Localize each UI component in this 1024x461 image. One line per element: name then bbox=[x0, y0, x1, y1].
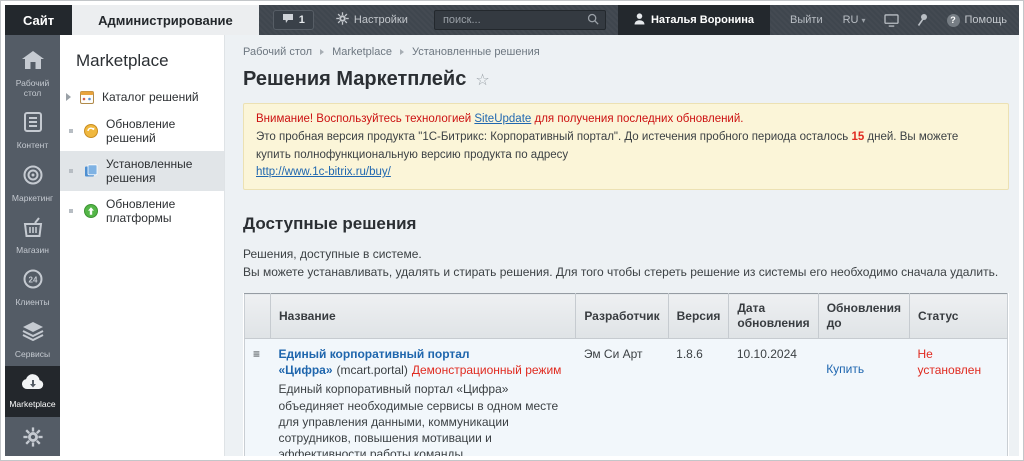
platform-update-icon bbox=[83, 203, 99, 219]
pin-icon[interactable] bbox=[917, 5, 929, 35]
tab-site[interactable]: Сайт bbox=[5, 5, 72, 35]
row-menu-icon[interactable]: ≡ bbox=[253, 347, 260, 361]
update-solutions-icon bbox=[83, 123, 99, 139]
current-user-menu[interactable]: Наталья Воронина bbox=[618, 5, 770, 35]
top-bar: Сайт Администрирование 1 Настройки bbox=[5, 5, 1019, 35]
demo-mode-note: Демонстрационный режим bbox=[412, 363, 562, 377]
siteupdate-link[interactable]: SiteUpdate bbox=[474, 113, 531, 125]
help-button[interactable]: ? Помощь bbox=[947, 5, 1008, 35]
col-header-version: Версия bbox=[668, 294, 729, 339]
bullet-icon bbox=[69, 209, 73, 213]
favorite-star-icon[interactable]: ☆ bbox=[475, 70, 489, 90]
sidebar-item-update-solutions[interactable]: Обновление решений bbox=[60, 111, 224, 151]
rail-item-marketing[interactable]: Маркетинг bbox=[5, 158, 60, 210]
expand-arrow-icon bbox=[66, 93, 71, 101]
breadcrumb-separator-icon bbox=[320, 49, 324, 55]
breadcrumb-marketplace[interactable]: Marketplace bbox=[332, 46, 392, 58]
bullet-icon bbox=[69, 129, 73, 133]
trial-days-left: 15 bbox=[851, 131, 864, 143]
rail-item-clients[interactable]: 24 Клиенты bbox=[5, 262, 60, 314]
developer-name: Эм Си Арт bbox=[584, 347, 643, 361]
cloud-download-icon bbox=[21, 373, 45, 396]
status-badge: Не установлен bbox=[918, 347, 982, 377]
question-icon: ? bbox=[947, 14, 960, 27]
language-selector[interactable]: RU▾ bbox=[843, 5, 866, 35]
intro-text: Решения, доступные в системе. Вы можете … bbox=[243, 246, 1011, 281]
document-icon bbox=[24, 112, 42, 137]
bullet-icon bbox=[69, 169, 73, 173]
gear-icon bbox=[23, 427, 43, 452]
search-box bbox=[434, 10, 606, 30]
sidebar-item-catalog[interactable]: Каталог решений bbox=[60, 83, 224, 111]
catalog-icon bbox=[79, 89, 95, 105]
search-icon[interactable] bbox=[587, 13, 599, 28]
trial-warning-box: Внимание! Воспользуйтесь технологией Sit… bbox=[243, 103, 1009, 190]
chevron-down-icon: ▾ bbox=[861, 16, 865, 25]
rail-item-services[interactable]: Сервисы bbox=[5, 314, 60, 366]
layers-icon bbox=[22, 321, 44, 346]
left-rail: Рабочий стол Контент Маркетинг Магазин 2… bbox=[5, 35, 60, 456]
section-title: Доступные решения bbox=[243, 214, 1011, 234]
sidebar-item-installed-solutions[interactable]: Установленные решения bbox=[60, 151, 224, 191]
rail-settings-gear[interactable] bbox=[5, 417, 60, 457]
rail-item-shop[interactable]: Магазин bbox=[5, 210, 60, 262]
tab-administration[interactable]: Администрирование bbox=[72, 5, 259, 35]
breadcrumb: Рабочий стол Marketplace Установленные р… bbox=[243, 46, 1011, 58]
search-input[interactable] bbox=[441, 13, 587, 27]
breadcrumb-installed-solutions[interactable]: Установленные решения bbox=[412, 46, 540, 58]
table-row: ≡ Единый корпоративный портал «Цифра»(mc… bbox=[245, 339, 1008, 456]
clients-24-icon: 24 bbox=[23, 269, 43, 294]
installed-solutions-icon bbox=[83, 163, 99, 179]
page-title: Решения Маркетплейс bbox=[243, 68, 466, 91]
logout-button[interactable]: Выйти bbox=[790, 5, 823, 35]
rail-item-content[interactable]: Контент bbox=[5, 105, 60, 157]
main-content: Рабочий стол Marketplace Установленные р… bbox=[225, 35, 1019, 456]
rail-item-marketplace[interactable]: Marketplace bbox=[5, 366, 60, 416]
screenshot-frame: Сайт Администрирование 1 Настройки bbox=[0, 0, 1024, 461]
body: Рабочий стол Контент Маркетинг Магазин 2… bbox=[5, 35, 1019, 456]
col-header-developer: Разработчик bbox=[576, 294, 668, 339]
target-icon bbox=[23, 165, 43, 190]
sidebar-title: Marketplace bbox=[60, 45, 224, 83]
user-icon bbox=[634, 13, 645, 28]
user-name: Наталья Воронина bbox=[651, 14, 754, 26]
col-header-update-date: Дата обновления bbox=[729, 294, 818, 339]
col-header-name: Название bbox=[271, 294, 576, 339]
table-header-row: Название Разработчик Версия Дата обновле… bbox=[245, 294, 1008, 339]
buy-link[interactable]: Купить bbox=[826, 361, 864, 377]
basket-icon bbox=[22, 217, 44, 242]
buy-url-link[interactable]: http://www.1c-bitrix.ru/buy/ bbox=[256, 166, 391, 178]
bitrix-admin-app: Сайт Администрирование 1 Настройки bbox=[5, 5, 1019, 456]
settings-button[interactable]: Настройки bbox=[336, 12, 408, 28]
marketplace-sidebar: Marketplace Каталог решений Обновление р… bbox=[60, 35, 225, 456]
rail-item-desktop[interactable]: Рабочий стол bbox=[5, 43, 60, 105]
col-header-status: Статус bbox=[910, 294, 1008, 339]
breadcrumb-separator-icon bbox=[400, 49, 404, 55]
home-icon bbox=[21, 50, 45, 75]
notifications-counter[interactable]: 1 bbox=[273, 10, 314, 30]
desktop-view-icon[interactable] bbox=[884, 5, 899, 35]
notification-bubble-icon bbox=[282, 13, 294, 27]
svg-text:24: 24 bbox=[28, 275, 37, 284]
col-header-updates-until: Обновления до bbox=[818, 294, 909, 339]
gear-icon bbox=[336, 12, 349, 28]
breadcrumb-desktop[interactable]: Рабочий стол bbox=[243, 46, 312, 58]
sidebar-item-platform-update[interactable]: Обновление платформы bbox=[60, 191, 224, 231]
solutions-table: Название Разработчик Версия Дата обновле… bbox=[243, 293, 1009, 456]
